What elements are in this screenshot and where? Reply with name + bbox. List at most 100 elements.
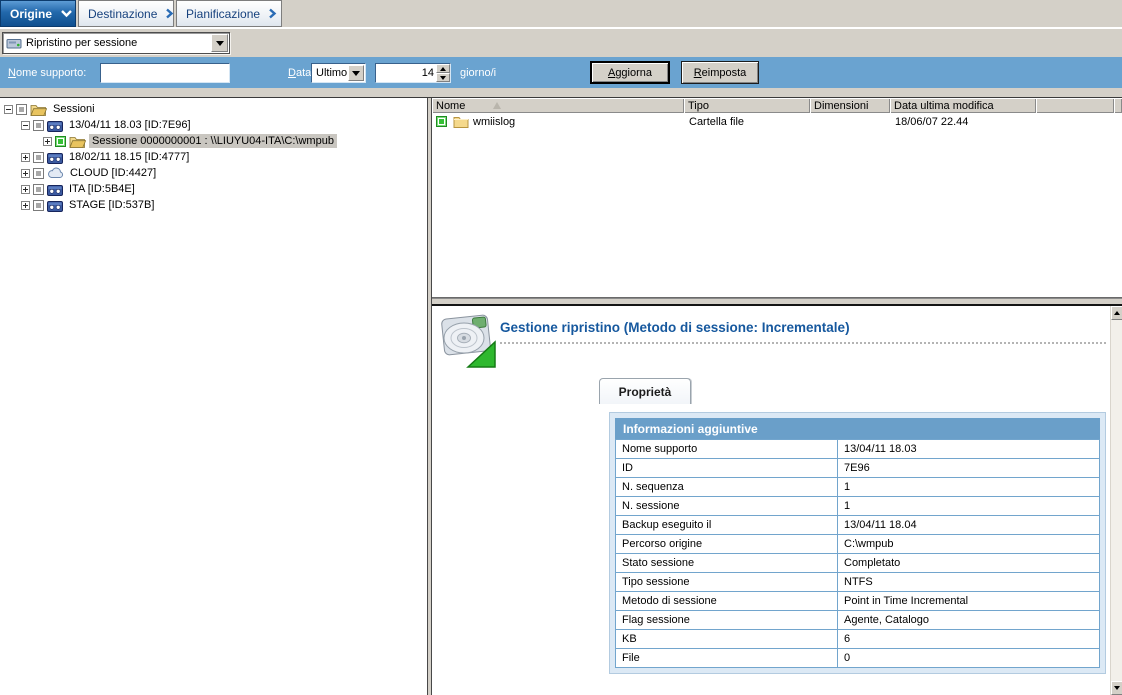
cloud-icon [47,167,64,179]
tree-item-label[interactable]: 18/02/11 18.15 [ID:4777] [66,150,192,164]
date-range-value: Ultimo [312,67,348,79]
folder-icon [447,116,469,128]
property-row: Nome supporto13/04/11 18.03 [616,440,1100,459]
toolbar-spacer [0,88,1122,97]
date-range-select[interactable]: Ultimo [311,63,366,83]
media-name-label: Nome supporto: [8,67,86,79]
tab-destinazione[interactable]: Destinazione [78,0,174,27]
tree-item-label[interactable]: CLOUD [ID:4427] [67,166,159,180]
spinner-up-icon [440,67,446,71]
file-modified-date: 18/06/07 22.44 [890,116,1036,128]
horizontal-splitter[interactable] [432,298,1122,306]
scrollbar-down-button[interactable] [1111,681,1122,695]
days-increment-button[interactable] [436,64,450,73]
restore-mode-row: Ripristino per sessione [0,29,1122,57]
expand-icon[interactable] [21,185,30,194]
column-header-dimensioni[interactable]: Dimensioni [810,98,890,113]
date-range-dropdown-button[interactable] [348,65,364,81]
tab-pianificazione[interactable]: Pianificazione [176,0,282,27]
file-row-wmiislog[interactable]: wmiislog Cartella file 18/06/07 22.44 [432,113,1122,130]
property-row: File0 [616,649,1100,668]
expand-icon[interactable] [21,169,30,178]
expand-icon[interactable] [43,137,52,146]
days-unit-label: giorno/i [460,67,496,79]
reset-button[interactable]: Reimposta [681,61,759,84]
tree-checkbox-checked[interactable] [55,136,66,147]
media-drive-icon [6,37,22,50]
update-button[interactable]: Aggiorna [590,61,670,84]
tree-item-session-path[interactable]: Sessione 0000000001 : \\LIUYU04-ITA\C:\w… [0,133,427,149]
property-row: Backup eseguito il13/04/11 18.04 [616,516,1100,535]
tree-item-cloud[interactable]: CLOUD [ID:4427] [0,165,427,181]
scroll-up-icon [1114,311,1120,315]
tree-item-label[interactable]: 13/04/11 18.03 [ID:7E96] [66,118,194,132]
tree-item-label-selected[interactable]: Sessione 0000000001 : \\LIUYU04-ITA\C:\w… [89,134,337,148]
tree-item-session-date-1[interactable]: 13/04/11 18.03 [ID:7E96] [0,117,427,133]
tab-destinazione-label: Destinazione [88,7,157,21]
tree-checkbox[interactable] [33,184,44,195]
tree-item-label[interactable]: STAGE [ID:537B] [66,198,157,212]
folder-open-icon [30,103,47,116]
tree-item-session-date-2[interactable]: 18/02/11 18.15 [ID:4777] [0,149,427,165]
tree-item-ita[interactable]: ITA [ID:5B4E] [0,181,427,197]
property-row: Stato sessioneCompletato [616,554,1100,573]
column-header-data-modifica[interactable]: Data ultima modifica [890,98,1036,113]
file-list: Nome Tipo Dimensioni Data ultima modific… [432,98,1122,298]
folder-open-icon [69,135,86,148]
detail-scrollbar[interactable] [1110,306,1122,695]
media-name-input[interactable] [100,63,230,83]
right-pane: Nome Tipo Dimensioni Data ultima modific… [432,98,1122,695]
tape-icon [47,119,63,132]
tape-icon [47,183,63,196]
restore-mode-dropdown-button[interactable] [211,34,228,52]
properties-table: Nome supporto13/04/11 18.03 ID7E96 N. se… [615,439,1100,668]
tree-item-sessioni[interactable]: Sessioni [0,101,427,117]
chevron-down-icon [60,9,73,18]
restore-detail-panel: Gestione ripristino (Metodo di sessione:… [432,306,1122,695]
property-row: Percorso origineC:\wmpub [616,535,1100,554]
column-header-nome[interactable]: Nome [432,98,684,113]
property-row: Tipo sessioneNTFS [616,573,1100,592]
sort-ascending-icon [493,102,501,109]
session-tree: Sessioni 13/04/11 18.03 [ID:7E96] Sessio… [0,98,427,695]
column-header-tipo[interactable]: Tipo [684,98,810,113]
filter-toolbar: Nome supporto: Data: Ultimo giorno/i Agg… [0,57,1122,88]
tree-checkbox[interactable] [33,120,44,131]
tree-checkbox[interactable] [33,200,44,211]
expand-icon[interactable] [21,153,30,162]
tab-pianificazione-label: Pianificazione [186,7,260,21]
step-tab-bar: Origine Destinazione Pianificazione [0,0,1122,29]
tab-proprieta[interactable]: Proprietà [599,378,691,404]
detail-title: Gestione ripristino (Metodo di sessione:… [500,320,850,335]
tree-item-label[interactable]: ITA [ID:5B4E] [66,182,138,196]
days-input[interactable] [376,64,436,82]
property-row: N. sessione1 [616,497,1100,516]
collapse-icon[interactable] [21,121,30,130]
file-name: wmiislog [469,116,515,128]
collapse-icon[interactable] [4,105,13,114]
tree-checkbox[interactable] [33,168,44,179]
tab-origine[interactable]: Origine [0,0,76,27]
tape-icon [47,151,63,164]
chevron-right-icon [268,7,277,20]
spinner-down-icon [440,76,446,80]
scroll-down-icon [1114,686,1120,690]
tape-icon [47,199,63,212]
tree-checkbox[interactable] [33,152,44,163]
tree-item-label[interactable]: Sessioni [50,102,98,116]
file-checkbox-checked[interactable] [436,116,447,127]
tab-origine-label: Origine [10,7,52,21]
main-area: Sessioni 13/04/11 18.03 [ID:7E96] Sessio… [0,97,1122,695]
dropdown-arrow-icon [352,71,360,76]
column-header-filler [1114,98,1122,113]
days-spinner [375,63,451,83]
expand-icon[interactable] [21,201,30,210]
tree-item-stage[interactable]: STAGE [ID:537B] [0,197,427,213]
restore-mode-value: Ripristino per sessione [22,37,211,49]
restore-mode-select[interactable]: Ripristino per sessione [2,32,230,54]
column-header-filler [1036,98,1114,113]
tree-checkbox[interactable] [16,104,27,115]
days-decrement-button[interactable] [436,73,450,82]
scrollbar-up-button[interactable] [1111,306,1122,320]
properties-panel: Informazioni aggiuntive Nome supporto13/… [609,412,1106,674]
